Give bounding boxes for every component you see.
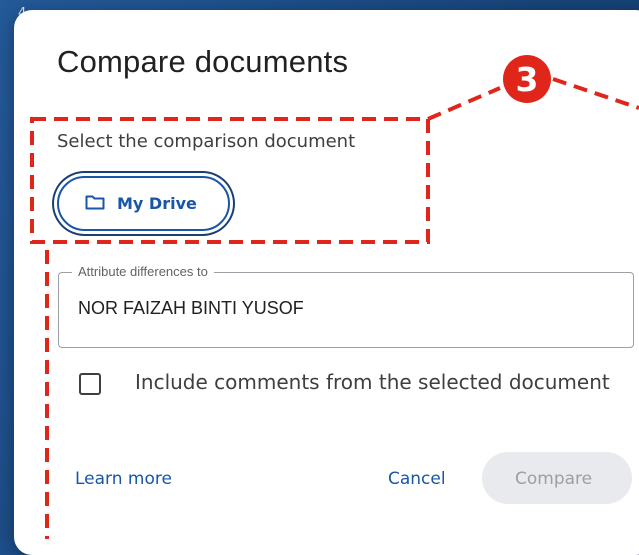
compare-button[interactable]: Compare — [482, 452, 632, 504]
include-comments-label[interactable]: Include comments from the selected docum… — [135, 370, 610, 394]
include-comments-checkbox[interactable] — [79, 373, 101, 395]
compare-button-label: Compare — [515, 469, 593, 489]
dialog-subtitle: Select the comparison document — [57, 131, 356, 152]
dialog-title: Compare documents — [57, 44, 349, 79]
attribute-differences-value[interactable]: NOR FAIZAH BINTI YUSOF — [78, 298, 304, 319]
my-drive-button-label: My Drive — [117, 194, 197, 213]
attribute-differences-label: Attribute differences to — [72, 264, 214, 279]
learn-more-link[interactable]: Learn more — [75, 469, 172, 489]
step-number-badge: 3 — [503, 55, 551, 103]
cancel-button[interactable]: Cancel — [388, 469, 446, 489]
folder-icon — [85, 194, 105, 215]
my-drive-button[interactable]: My Drive — [57, 176, 230, 231]
step-number: 3 — [515, 60, 539, 99]
